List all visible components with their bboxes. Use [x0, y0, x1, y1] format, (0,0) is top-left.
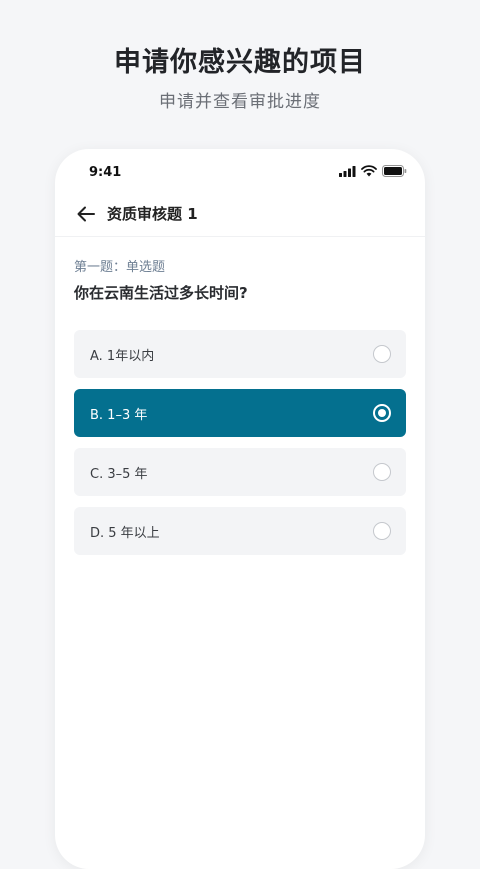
nav-bar: 资质审核题 1: [55, 197, 425, 237]
option-a[interactable]: A. 1年以内: [74, 330, 406, 378]
option-d[interactable]: D. 5 年以上: [74, 507, 406, 555]
wifi-icon: [361, 165, 377, 177]
option-b[interactable]: B. 1–3 年: [74, 389, 406, 437]
option-label: C. 3–5 年: [90, 467, 148, 482]
radio-selected-icon[interactable]: [373, 404, 391, 422]
question-type: 第一题：单选题: [74, 260, 166, 275]
option-c[interactable]: C. 3–5 年: [74, 448, 406, 496]
radio-icon[interactable]: [373, 463, 391, 481]
question-text: 你在云南生活过多长时间?: [74, 284, 248, 302]
battery-icon: [382, 165, 407, 177]
promo-title: 申请你感兴趣的项目: [114, 47, 366, 78]
option-label: A. 1年以内: [90, 349, 155, 364]
promo-subtitle: 申请并查看审批进度: [159, 92, 321, 112]
status-icons: [339, 165, 407, 177]
signal-icon: [339, 165, 356, 177]
arrow-left-icon[interactable]: [75, 203, 97, 225]
status-time: 9:41: [89, 165, 122, 180]
radio-icon[interactable]: [373, 522, 391, 540]
status-bar: 9:41: [55, 149, 425, 197]
option-label: D. 5 年以上: [90, 526, 160, 541]
option-label: B. 1–3 年: [90, 408, 148, 423]
phone-frame: 9:41 资质审核题 1 第一题：单选题 你在云南生活过多长时间? A. 1年以…: [55, 149, 425, 869]
page-title: 资质审核题 1: [107, 205, 198, 223]
options-list: A. 1年以内 B. 1–3 年 C. 3–5 年 D. 5 年以上: [74, 330, 406, 566]
radio-icon[interactable]: [373, 345, 391, 363]
